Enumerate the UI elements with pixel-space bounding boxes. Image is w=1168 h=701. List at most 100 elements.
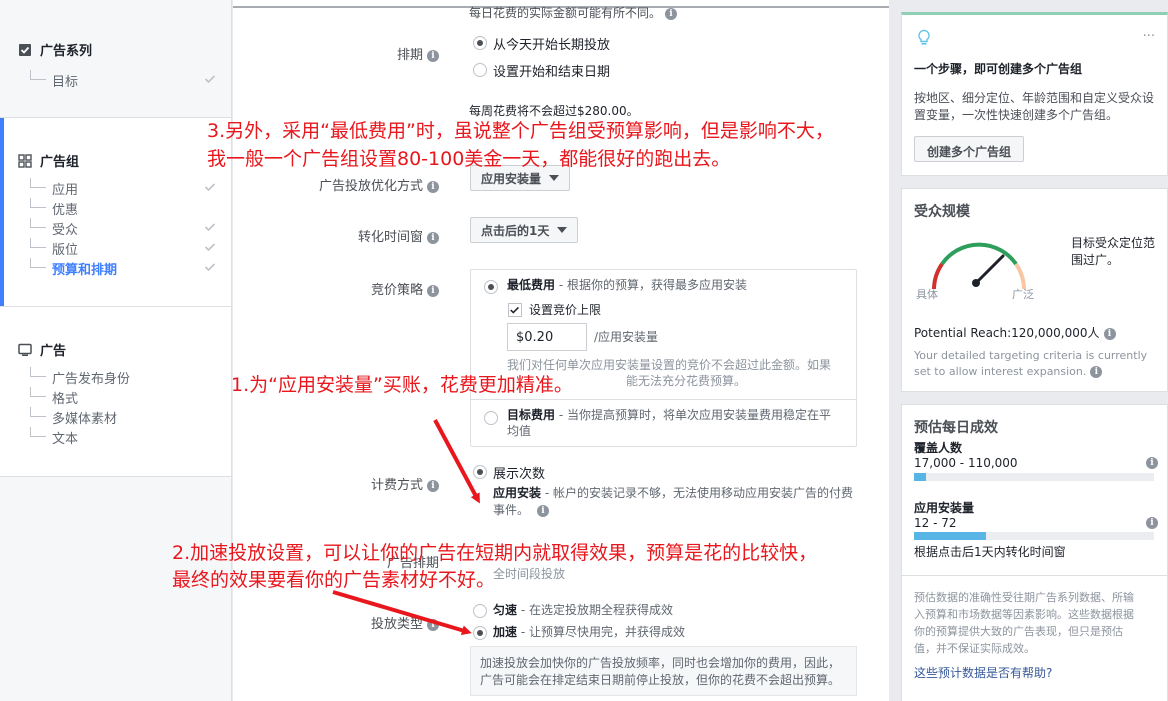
reach-bar-fill: [914, 473, 926, 481]
schedule-dates-label[interactable]: 设置开始和结束日期: [493, 61, 610, 80]
nav-item-label: 广告发布身份: [52, 371, 131, 387]
bid-cap-note-2: 能无法充分花费预算。: [626, 374, 747, 388]
nav-item-app[interactable]: 应用: [30, 178, 220, 198]
nav-section-campaign: 广告系列 目标: [0, 0, 231, 118]
delivery-standard-desc: - 在选定投放期全程获得成效: [517, 603, 673, 617]
checkbox-icon: [19, 43, 31, 56]
audience-summary-2: 围过广。: [1071, 253, 1120, 267]
delivery-accelerated-desc: - 让预算尽快用完，并获得成效: [517, 625, 685, 639]
annotation-3-line1: 3.另外，采用“最低费用”时，虽说整个广告组受预算影响，但是影响不大，: [207, 120, 834, 142]
billing-impressions-radio[interactable]: [473, 465, 487, 479]
target-cost-title: 目标费用: [507, 408, 556, 422]
nav-section-adset: 广告组 应用 优惠 受众 版位 预算和排期: [0, 118, 231, 307]
conversion-window-label: 转化时间窗 i: [358, 226, 439, 245]
checkmark-icon: [510, 306, 519, 314]
daily-spend-note: 每日花费的实际金额可能有所不同。 i: [469, 5, 678, 22]
grid-icon: [18, 153, 32, 168]
multi-adset-tip-card: ··· 一个步骤，即可创建多个广告组 按地区、细分定位、年龄范围和自定义受众设 …: [901, 12, 1168, 176]
nav-item-budget-schedule[interactable]: 预算和排期: [30, 258, 220, 278]
info-icon[interactable]: i: [1146, 517, 1158, 529]
info-icon[interactable]: i: [427, 479, 439, 492]
annotation-1: 1.为“应用安装量”买账，花费更加精准。: [231, 374, 573, 396]
schedule-label: 排期 i: [397, 44, 439, 63]
bid-cap-label[interactable]: 设置竞价上限: [529, 301, 601, 318]
tip-title: 一个步骤，即可创建多个广告组: [914, 62, 1083, 76]
ad-manager-screen: 广告系列 目标 广告组 应用 优惠 受众 版位 预算和排期 广告 广告发布身份 …: [0, 0, 1168, 701]
check-icon: [204, 75, 216, 84]
billing-label: 计费方式 i: [371, 474, 439, 493]
helpful-feedback-link[interactable]: 这些预计数据是否有帮助?: [914, 665, 1052, 682]
bid-strategy-box: 最低费用 - 根据你的预算，获得最多应用安装 设置竞价上限 $0.20 /应用安…: [470, 269, 857, 447]
schedule-ongoing-radio[interactable]: [473, 36, 487, 50]
billing-impressions-label[interactable]: 展示次数: [493, 463, 545, 482]
schedule-ongoing-label[interactable]: 从今天开始长期投放: [493, 34, 610, 53]
bid-cap-input[interactable]: $0.20: [507, 323, 587, 351]
tip-desc-2: 置变量，一次性快速创建多个广告组。: [914, 108, 1119, 122]
billing-label-text: 计费方式: [370, 478, 423, 493]
more-options-icon[interactable]: ···: [1143, 29, 1155, 44]
info-icon[interactable]: i: [1103, 327, 1116, 340]
delivery-accelerated-radio[interactable]: [473, 626, 487, 640]
check-icon: [204, 223, 216, 232]
audience-title: 受众规模: [914, 204, 970, 220]
delivery-standard-title: 匀速: [493, 603, 518, 617]
nav-item-audience[interactable]: 受众: [30, 218, 220, 238]
delivery-accelerated-option[interactable]: 加速 - 让预算尽快用完，并获得成效: [493, 624, 685, 641]
reach-bar: [914, 473, 1154, 481]
nav-item-objective[interactable]: 目标: [30, 70, 220, 90]
nav-item-identity[interactable]: 广告发布身份: [30, 367, 220, 387]
target-cost-radio[interactable]: [484, 411, 498, 425]
info-icon[interactable]: i: [665, 7, 678, 20]
nav-item-media[interactable]: 多媒体素材: [30, 407, 220, 427]
monitor-icon: [18, 343, 32, 356]
accelerated-note-1: 加速投放会加快你的广告投放频率，同时也会增加你的费用，因此，: [480, 656, 841, 670]
create-multiple-adsets-button[interactable]: 创建多个广告组: [914, 136, 1025, 162]
nav-section-ad: 广告 广告发布身份 格式 多媒体素材 文本: [0, 307, 231, 477]
info-icon[interactable]: i: [427, 180, 439, 193]
caret-down-icon: [557, 227, 568, 233]
delivery-standard-option[interactable]: 匀速 - 在选定投放期全程获得成效: [493, 602, 673, 619]
info-icon[interactable]: i: [427, 284, 439, 297]
target-cost-option[interactable]: 目标费用 - 当你提高预算时，将单次应用安装量费用稳定在平: [507, 407, 831, 424]
nav-adset-header[interactable]: 广告组: [18, 151, 79, 170]
nav-item-text[interactable]: 文本: [30, 427, 220, 447]
nav-ad-header[interactable]: 广告: [18, 340, 66, 359]
nav-campaign-header[interactable]: 广告系列: [18, 40, 92, 59]
disclaimer-3: 你的预算提供大致的广告表现，但只是预估: [914, 625, 1123, 638]
disclaimer-1: 预估数据的准确性受往期广告系列数据、所输: [914, 591, 1134, 604]
nav-item-offer[interactable]: 优惠: [30, 198, 220, 218]
lowest-cost-option[interactable]: 最低费用 - 根据你的预算，获得最多应用安装: [507, 277, 747, 294]
conversion-window-dropdown[interactable]: 点击后的1天: [470, 217, 579, 243]
estimated-results-card: 预估每日成效 覆盖人数 17,000 - 110,000 i 应用安装量 12 …: [901, 404, 1168, 701]
info-icon[interactable]: i: [427, 49, 439, 62]
disclaimer-4: 值，并不保证实际成效。: [914, 642, 1035, 655]
info-icon[interactable]: i: [427, 231, 439, 244]
info-icon[interactable]: i: [537, 504, 550, 517]
schedule-label-text: 排期: [396, 48, 423, 63]
lowest-cost-radio[interactable]: [484, 280, 498, 294]
nav-item-label: 版位: [52, 242, 79, 258]
delivery-standard-radio[interactable]: [473, 604, 487, 618]
right-sidebar: ··· 一个步骤，即可创建多个广告组 按地区、细分定位、年龄范围和自定义受众设 …: [889, 0, 1168, 701]
annotation-3-line2: 我一般一个广告组设置80-100美金一天，都能很好的跑出去。: [207, 148, 731, 170]
daily-spend-note-text: 每日花费的实际金额可能有所不同。: [469, 6, 662, 20]
info-icon[interactable]: i: [1146, 457, 1158, 469]
nav-campaign-title: 广告系列: [40, 44, 93, 59]
info-icon[interactable]: i: [1090, 366, 1103, 378]
estimate-installs-label: 应用安装量: [914, 501, 975, 515]
potential-reach-text: Potential Reach:120,000,000人: [914, 326, 1100, 340]
check-icon: [204, 183, 216, 192]
bid-cap-checkbox[interactable]: [508, 303, 522, 317]
nav-item-placements[interactable]: 版位: [30, 238, 220, 258]
estimate-reach-label: 覆盖人数: [914, 441, 963, 455]
info-icon[interactable]: i: [427, 618, 439, 631]
ad-scheduling-option[interactable]: 全时间段投放: [493, 566, 565, 583]
audience-size-card: 受众规模 具体 广泛 目标受众定位范 围过广。 Potential Reach:…: [901, 188, 1168, 392]
nav-item-format[interactable]: 格式: [30, 387, 220, 407]
nav-item-label: 预算和排期: [52, 262, 118, 278]
bid-strategy-label: 竞价策略 i: [371, 279, 439, 298]
nav-item-label: 优惠: [52, 202, 79, 218]
check-icon: [204, 243, 216, 252]
accelerated-note-2: 广告可能会在排定结束日期前停止投放，但你的花费不会超出预算。: [480, 673, 841, 687]
schedule-dates-radio[interactable]: [473, 63, 487, 77]
